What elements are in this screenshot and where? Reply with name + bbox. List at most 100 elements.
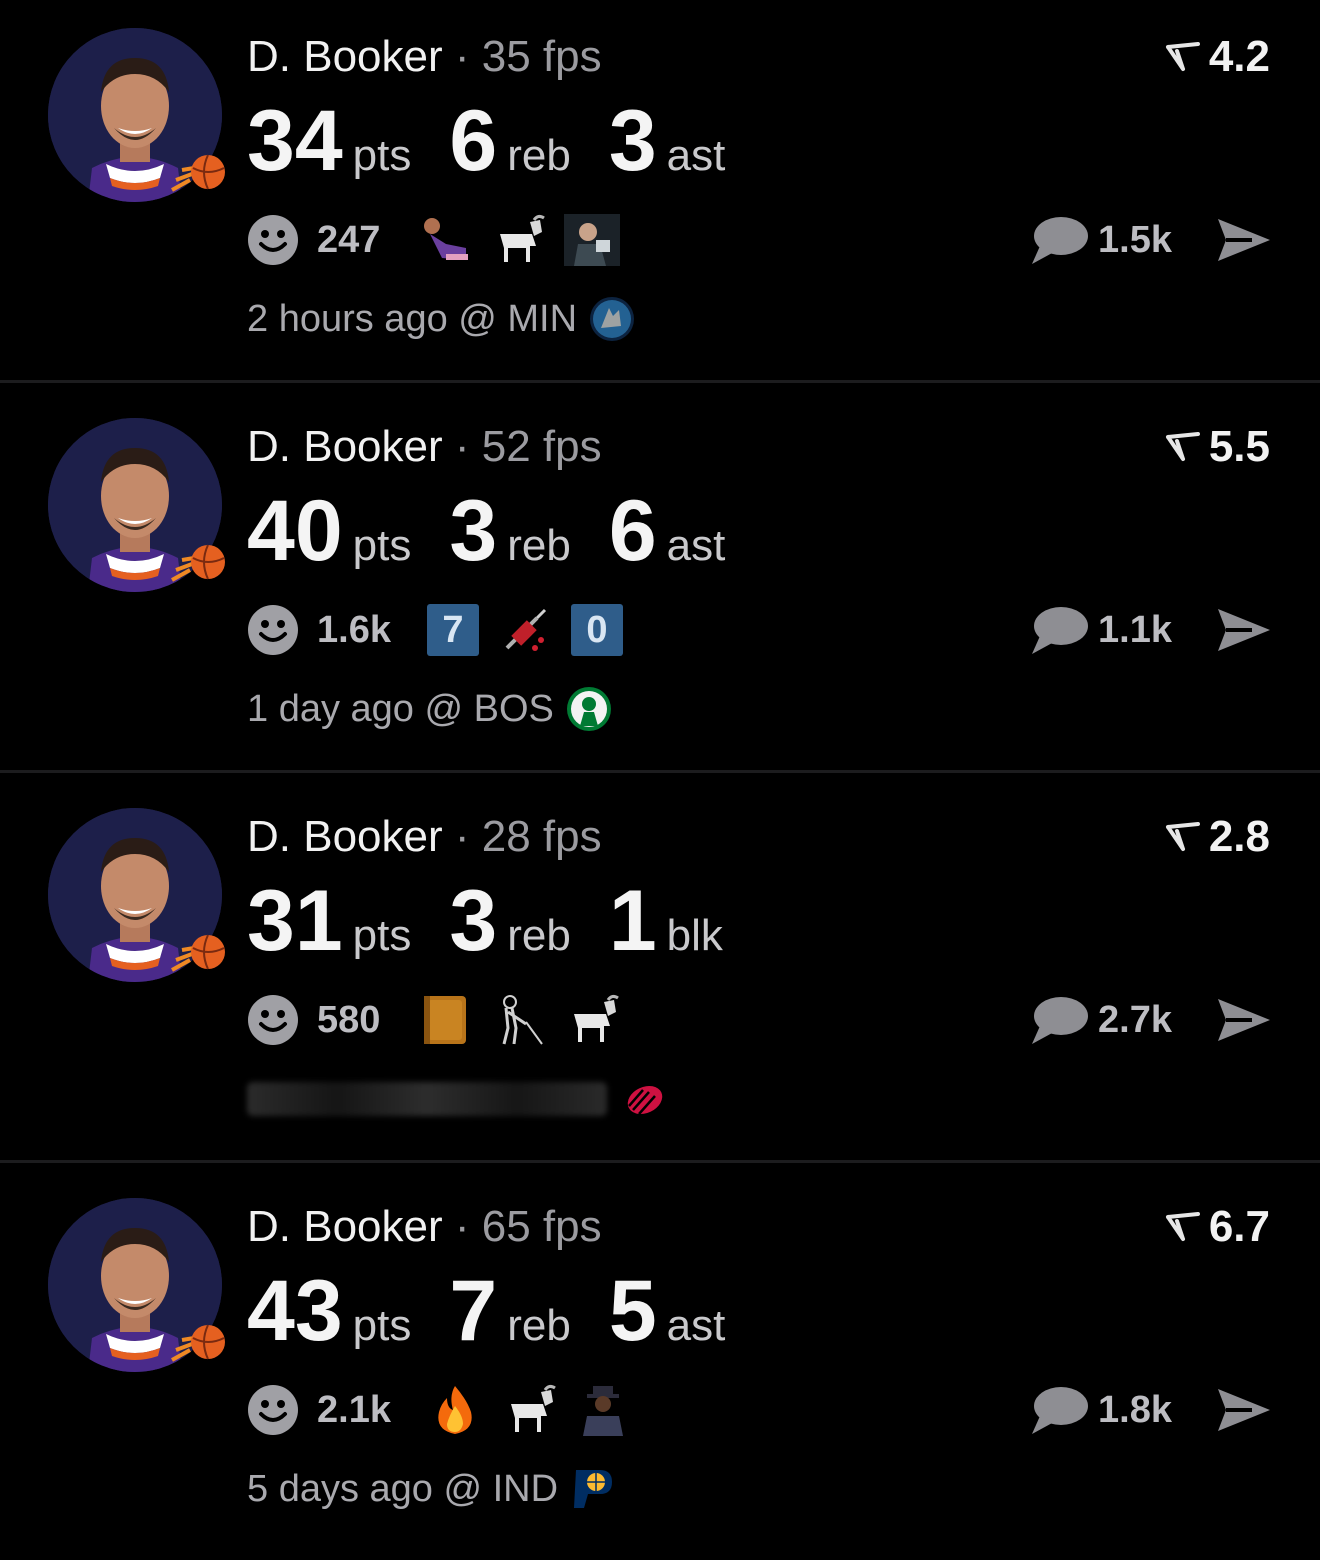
post-card[interactable]: D. Booker · 28 fps 2.8 31 pts 3 reb 1 bl… [0, 780, 1320, 1170]
book-emoji-icon[interactable] [416, 994, 472, 1046]
suns-logo-icon [171, 1324, 225, 1362]
stat-value: 34 [247, 93, 343, 189]
separator-dot: · [454, 1202, 470, 1251]
comment-count[interactable]: 2.7k [1098, 999, 1172, 1042]
reactions-row: 247 [247, 212, 621, 268]
stat-unit: reb [507, 911, 571, 960]
send-icon[interactable] [1216, 605, 1272, 655]
post-header: D. Booker · 65 fps [247, 1202, 602, 1258]
goat-emoji-icon[interactable] [564, 994, 620, 1046]
player-lying-emoji-icon[interactable] [416, 214, 472, 266]
goat-emoji-icon[interactable] [490, 214, 546, 266]
pacers-logo-icon [574, 1470, 613, 1508]
reactions-row: 580 [247, 992, 620, 1048]
post-meta: 1 day ago @ BOS [247, 684, 612, 734]
stat-unit: pts [352, 521, 412, 570]
post-card[interactable]: D. Booker · 65 fps 6.7 43 pts 7 reb 5 as… [0, 1170, 1320, 1560]
stat-value: 3 [608, 93, 657, 189]
man-hat-emoji-icon[interactable] [575, 1384, 631, 1436]
post-divider [0, 380, 1320, 383]
reaction-count[interactable]: 247 [317, 219, 380, 262]
stat-unit: reb [507, 521, 571, 570]
stat-line: 34 pts 6 reb 3 ast [247, 92, 763, 189]
stat-unit: ast [666, 131, 726, 180]
comment-count[interactable]: 1.8k [1098, 1389, 1172, 1432]
comment-icon[interactable] [1030, 1384, 1089, 1436]
rating[interactable]: 6.7 [1165, 1202, 1270, 1252]
raptors-logo-icon [627, 1085, 663, 1115]
post-card[interactable]: D. Booker · 35 fps 4.2 34 pts 6 reb 3 as… [0, 0, 1320, 390]
post-actions: 1.1k [1030, 602, 1272, 658]
player-name[interactable]: D. Booker [247, 422, 443, 471]
smiley-react-icon[interactable] [247, 994, 299, 1046]
send-icon[interactable] [1216, 215, 1272, 265]
fps-value: 35 fps [481, 32, 602, 81]
feed: D. Booker · 35 fps 4.2 34 pts 6 reb 3 as… [0, 0, 1320, 1537]
stat-value: 3 [449, 483, 498, 579]
send-icon[interactable] [1216, 1385, 1272, 1435]
stat-value: 40 [247, 483, 343, 579]
comment-icon[interactable] [1030, 604, 1089, 656]
syringe-emoji-icon[interactable] [497, 604, 553, 656]
comment-count[interactable]: 1.1k [1098, 609, 1172, 652]
keycap-0-emoji[interactable]: 0 [570, 604, 623, 656]
stat-value: 43 [247, 1263, 343, 1359]
post-actions: 1.8k [1030, 1382, 1272, 1438]
smiley-react-icon[interactable] [247, 214, 299, 266]
smiley-react-icon[interactable] [247, 1384, 299, 1436]
post-meta: 2 hours ago @ MIN [247, 294, 635, 344]
time-location: 1 day ago @ BOS [247, 687, 554, 730]
post-card[interactable]: D. Booker · 52 fps 5.5 40 pts 3 reb 6 as… [0, 390, 1320, 780]
stat-line: 31 pts 3 reb 1 blk [247, 872, 761, 969]
stat-unit: blk [666, 911, 723, 960]
blurred-time-location [247, 1082, 607, 1116]
post-divider [0, 770, 1320, 773]
stat-value: 3 [449, 873, 498, 969]
player-name[interactable]: D. Booker [247, 1202, 443, 1251]
stat-value: 7 [449, 1263, 498, 1359]
stat-unit: pts [352, 911, 412, 960]
timberwolves-logo-icon [590, 297, 635, 341]
stat-value: 6 [608, 483, 657, 579]
player-name[interactable]: D. Booker [247, 812, 443, 861]
stat-unit: ast [666, 1301, 726, 1350]
fps-value: 28 fps [481, 812, 602, 861]
post-meta [247, 1074, 665, 1124]
post-header: D. Booker · 52 fps [247, 422, 602, 478]
stat-unit: reb [507, 1301, 571, 1350]
comment-icon[interactable] [1030, 994, 1089, 1046]
player-name[interactable]: D. Booker [247, 32, 443, 81]
post-actions: 1.5k [1030, 212, 1272, 268]
reaction-count[interactable]: 580 [317, 999, 380, 1042]
reaction-count[interactable]: 1.6k [317, 609, 391, 652]
time-location: 2 hours ago @ MIN [247, 297, 578, 340]
rating[interactable]: 4.2 [1165, 32, 1270, 82]
suns-logo-icon [171, 934, 225, 972]
stat-line: 43 pts 7 reb 5 ast [247, 1262, 763, 1359]
celtics-logo-icon [566, 687, 611, 731]
fire-emoji-icon[interactable] [427, 1384, 483, 1436]
post-header: D. Booker · 35 fps [247, 32, 602, 88]
suns-logo-icon [171, 154, 225, 192]
stat-value: 5 [608, 1263, 657, 1359]
rating[interactable]: 5.5 [1165, 422, 1270, 472]
man-reading-emoji-icon[interactable] [564, 214, 621, 266]
goat-emoji-icon[interactable] [501, 1384, 557, 1436]
old-man-cane-emoji-icon[interactable] [490, 994, 546, 1046]
send-icon[interactable] [1216, 995, 1272, 1045]
comment-count[interactable]: 1.5k [1098, 219, 1172, 262]
rating-triangle-icon [1165, 432, 1200, 461]
time-location: 5 days ago @ IND [247, 1467, 559, 1510]
comment-icon[interactable] [1030, 214, 1089, 266]
separator-dot: · [454, 812, 470, 861]
keycap-7-emoji[interactable]: 7 [426, 604, 479, 656]
post-divider [0, 1160, 1320, 1163]
separator-dot: · [454, 32, 470, 81]
fps-value: 52 fps [481, 422, 602, 471]
fps-value: 65 fps [481, 1202, 602, 1251]
separator-dot: · [454, 422, 470, 471]
suns-logo-icon [171, 544, 225, 582]
reaction-count[interactable]: 2.1k [317, 1389, 391, 1432]
rating[interactable]: 2.8 [1165, 812, 1270, 862]
smiley-react-icon[interactable] [247, 604, 299, 656]
